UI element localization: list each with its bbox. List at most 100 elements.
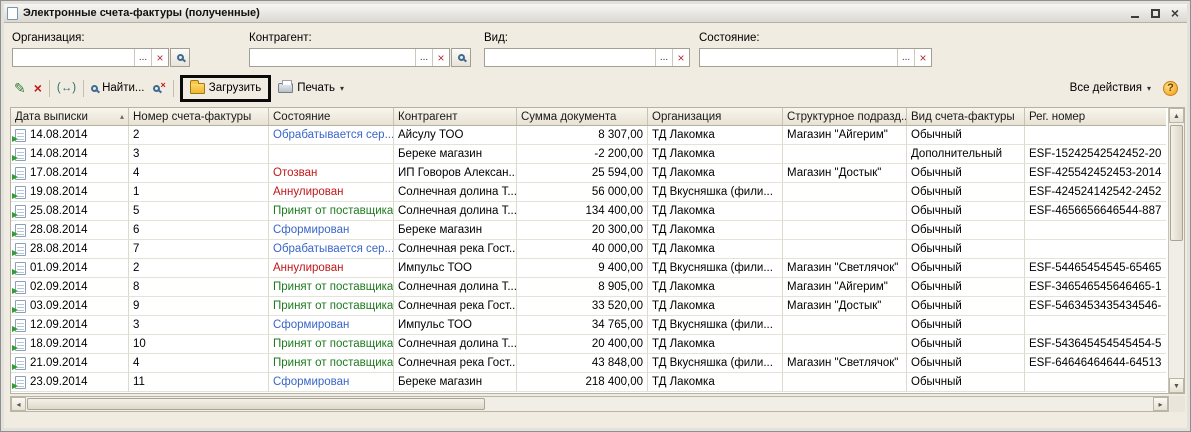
column-header-label: Организация: [652, 110, 722, 123]
minimize-button[interactable]: [1127, 6, 1143, 21]
cell-subdivision: Магазин "Айгерим": [783, 126, 907, 145]
cell-organization: ТД Лакомка: [648, 164, 783, 183]
cell-counterparty: Солнечная долина Т...: [394, 278, 517, 297]
state-choose-button[interactable]: ...: [897, 49, 914, 66]
scroll-down-icon[interactable]: ▼: [1169, 378, 1184, 393]
cell-counterparty: Солнечная долина Т...: [394, 183, 517, 202]
column-header[interactable]: Организация: [648, 108, 783, 126]
table-row[interactable]: 03.09.2014 9 Принят от поставщика Солнечная…: [11, 297, 1168, 316]
table-row[interactable]: 17.08.2014 4 Отозван ИП Говоров Алексан... 2…: [11, 164, 1168, 183]
counterparty-open-button[interactable]: [451, 48, 471, 67]
filter-organization: Организация: ... ×: [12, 32, 190, 67]
table-row[interactable]: 18.09.2014 10 Принят от поставщика Солнечна…: [11, 335, 1168, 354]
scroll-up-icon[interactable]: ▲: [1169, 108, 1184, 123]
kind-choose-button[interactable]: ...: [655, 49, 672, 66]
state-clear-icon[interactable]: ×: [914, 49, 931, 66]
help-button[interactable]: ?: [1163, 80, 1178, 96]
document-icon: [12, 185, 26, 199]
cell-number: 1: [129, 183, 269, 202]
cell-subdivision: [783, 373, 907, 392]
cell-subdivision: Магазин "Достык": [783, 164, 907, 183]
delete-x-icon: ×: [33, 80, 42, 96]
cell-date: 17.08.2014: [11, 164, 129, 183]
counterparty-clear-icon[interactable]: ×: [432, 49, 449, 66]
column-header-label: Вид счета-фактуры: [911, 110, 1015, 123]
cell-number: 3: [129, 316, 269, 335]
state-input[interactable]: [700, 49, 897, 66]
vertical-scrollbar[interactable]: ▲ ▼: [1168, 108, 1184, 393]
column-header-label: Структурное подразд...: [787, 110, 907, 123]
organization-open-button[interactable]: [170, 48, 190, 67]
maximize-icon: [1150, 8, 1160, 18]
table-row[interactable]: 14.08.2014 2 Обрабатывается сер... Айсулу Т…: [11, 126, 1168, 145]
counterparty-choose-button[interactable]: ...: [415, 49, 432, 66]
cell-state: Аннулирован: [269, 259, 394, 278]
cell-subdivision: [783, 335, 907, 354]
horizontal-scrollbar[interactable]: ◂ ▸: [10, 396, 1169, 412]
kind-clear-icon[interactable]: ×: [672, 49, 689, 66]
cell-state: Обрабатывается сер...: [269, 126, 394, 145]
table-row[interactable]: 28.08.2014 6 Сформирован Береке магазин 20 3…: [11, 221, 1168, 240]
column-header-label: Рег. номер: [1029, 110, 1086, 123]
cell-date-label: 17.08.2014: [30, 167, 88, 179]
table-row[interactable]: 19.08.2014 1 Аннулирован Солнечная долина Т…: [11, 183, 1168, 202]
cell-state: Принят от поставщика: [269, 202, 394, 221]
column-header-label: Сумма документа: [521, 110, 617, 123]
close-button[interactable]: ×: [1167, 6, 1183, 21]
cell-subdivision: [783, 202, 907, 221]
column-header[interactable]: Контрагент: [394, 108, 517, 126]
scroll-right-icon[interactable]: ▸: [1153, 397, 1168, 411]
date-interval-button[interactable]: (↔): [53, 80, 80, 96]
sort-indicator-icon: ▴: [119, 112, 124, 121]
table-body: 14.08.2014 2 Обрабатывается сер... Айсулу Т…: [11, 126, 1168, 393]
cell-reg_number: [1025, 126, 1166, 145]
cell-kind: Обычный: [907, 126, 1025, 145]
scroll-left-icon[interactable]: ◂: [11, 397, 26, 411]
toolbar-separator: [48, 79, 50, 97]
cell-date: 12.09.2014: [11, 316, 129, 335]
column-header[interactable]: Структурное подразд...: [783, 108, 907, 126]
counterparty-input[interactable]: [250, 49, 415, 66]
delete-button[interactable]: ×: [30, 79, 46, 97]
column-header[interactable]: Номер счета-фактуры: [129, 108, 269, 126]
cell-date-label: 03.09.2014: [30, 300, 88, 312]
table-row[interactable]: 12.09.2014 3 Сформирован Импульс ТОО 34 765,…: [11, 316, 1168, 335]
table-row[interactable]: 01.09.2014 2 Аннулирован Импульс ТОО 9 400,0…: [11, 259, 1168, 278]
print-button[interactable]: Печать ▾: [274, 80, 348, 96]
load-button[interactable]: Загрузить: [186, 79, 266, 96]
all-actions-button[interactable]: Все действия ▾: [1066, 80, 1155, 96]
column-header[interactable]: Состояние: [269, 108, 394, 126]
column-header[interactable]: Рег. номер: [1025, 108, 1166, 126]
organization-choose-button[interactable]: ...: [134, 49, 151, 66]
find-button[interactable]: Найти...: [87, 80, 148, 96]
organization-clear-icon[interactable]: ×: [151, 49, 168, 66]
table-row[interactable]: 28.08.2014 7 Обрабатывается сер... Солнечна…: [11, 240, 1168, 259]
table-row[interactable]: 14.08.2014 3 Береке магазин -2 200,00 ТД Лак…: [11, 145, 1168, 164]
cancel-search-button[interactable]: ×: [149, 79, 170, 94]
table-row[interactable]: 25.08.2014 5 Принят от поставщика Солнечная…: [11, 202, 1168, 221]
edit-button[interactable]: ✎: [10, 79, 30, 97]
kind-input[interactable]: [485, 49, 655, 66]
column-header[interactable]: Сумма документа: [517, 108, 648, 126]
column-header-label: Дата выписки: [15, 110, 88, 123]
column-header[interactable]: Дата выписки ▴: [11, 108, 129, 126]
cell-date-label: 28.08.2014: [30, 243, 88, 255]
filter-organization-label: Организация:: [12, 32, 85, 44]
cell-amount: 43 848,00: [517, 354, 648, 373]
highlight-box: Загрузить: [179, 74, 272, 102]
organization-input[interactable]: [13, 49, 134, 66]
scroll-corner: [1170, 396, 1185, 412]
table-row[interactable]: 23.09.2014 11 Сформирован Береке магазин 218…: [11, 373, 1168, 392]
cell-subdivision: [783, 221, 907, 240]
cancel-x-icon: ×: [160, 79, 166, 90]
vscrollbar-thumb[interactable]: [1170, 125, 1183, 241]
hscrollbar-thumb[interactable]: [27, 398, 485, 410]
table-row[interactable]: 21.09.2014 4 Принят от поставщика Солнечная…: [11, 354, 1168, 373]
cell-reg_number: ESF-15242542542452-20: [1025, 145, 1166, 164]
table-row[interactable]: 02.09.2014 8 Принят от поставщика Солнечная…: [11, 278, 1168, 297]
column-header[interactable]: Вид счета-фактуры: [907, 108, 1025, 126]
document-icon: [12, 261, 26, 275]
maximize-button[interactable]: [1147, 6, 1163, 21]
cell-amount: 56 000,00: [517, 183, 648, 202]
cell-organization: ТД Лакомка: [648, 202, 783, 221]
